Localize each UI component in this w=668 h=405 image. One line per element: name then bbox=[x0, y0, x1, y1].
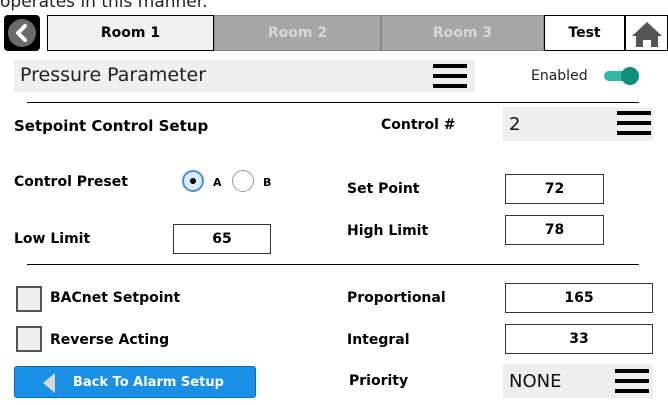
back-to-alarm-setup-button[interactable]: Back To Alarm Setup bbox=[14, 366, 256, 398]
preset-a-label: A bbox=[213, 176, 222, 189]
integral-input[interactable]: 33 bbox=[505, 324, 653, 354]
preset-b-radio[interactable] bbox=[232, 170, 254, 192]
reverse-acting-label: Reverse Acting bbox=[50, 332, 170, 348]
set-point-input[interactable]: 72 bbox=[505, 174, 604, 204]
control-number-menu-icon[interactable] bbox=[617, 110, 651, 136]
page-title: Pressure Parameter bbox=[20, 64, 207, 86]
tab-room-3[interactable]: Room 3 bbox=[381, 15, 544, 51]
priority-label: Priority bbox=[349, 373, 409, 389]
back-to-alarm-setup-label: Back To Alarm Setup bbox=[73, 375, 224, 390]
proportional-input[interactable]: 165 bbox=[505, 283, 653, 313]
divider-middle bbox=[27, 264, 639, 265]
home-button[interactable] bbox=[625, 15, 668, 51]
home-icon bbox=[632, 22, 662, 47]
high-limit-label: High Limit bbox=[347, 223, 429, 239]
integral-label: Integral bbox=[347, 332, 410, 348]
priority-value: NONE bbox=[509, 370, 562, 392]
chevron-left-icon bbox=[16, 24, 27, 42]
enabled-toggle[interactable] bbox=[604, 67, 639, 85]
arrow-left-icon bbox=[43, 373, 55, 393]
back-button[interactable] bbox=[4, 15, 40, 51]
control-number-value: 2 bbox=[509, 113, 521, 135]
bacnet-setpoint-checkbox[interactable] bbox=[16, 286, 42, 312]
high-limit-input[interactable]: 78 bbox=[505, 215, 604, 245]
reverse-acting-checkbox[interactable] bbox=[16, 326, 42, 352]
toggle-knob bbox=[621, 67, 639, 85]
tab-test[interactable]: Test bbox=[544, 15, 625, 51]
section-title: Setpoint Control Setup bbox=[14, 117, 209, 135]
tab-room-2[interactable]: Room 2 bbox=[214, 15, 381, 51]
parameter-menu-icon[interactable] bbox=[433, 63, 467, 89]
priority-menu-icon[interactable] bbox=[615, 368, 649, 394]
proportional-label: Proportional bbox=[347, 290, 446, 306]
tab-bar: Room 1 Room 2 Room 3 Test bbox=[0, 12, 668, 51]
control-number-label: Control # bbox=[381, 117, 456, 133]
preset-a-radio[interactable] bbox=[182, 170, 204, 192]
control-preset-label: Control Preset bbox=[14, 174, 128, 190]
low-limit-input[interactable]: 65 bbox=[173, 224, 271, 254]
preset-b-label: B bbox=[263, 176, 272, 189]
page-caption: operates in this manner. bbox=[0, 0, 208, 12]
divider-top bbox=[27, 102, 639, 103]
set-point-label: Set Point bbox=[347, 181, 420, 197]
low-limit-label: Low Limit bbox=[14, 231, 91, 247]
bacnet-setpoint-label: BACnet Setpoint bbox=[50, 290, 181, 306]
enabled-label: Enabled bbox=[531, 68, 588, 84]
tab-room-1[interactable]: Room 1 bbox=[47, 15, 214, 51]
